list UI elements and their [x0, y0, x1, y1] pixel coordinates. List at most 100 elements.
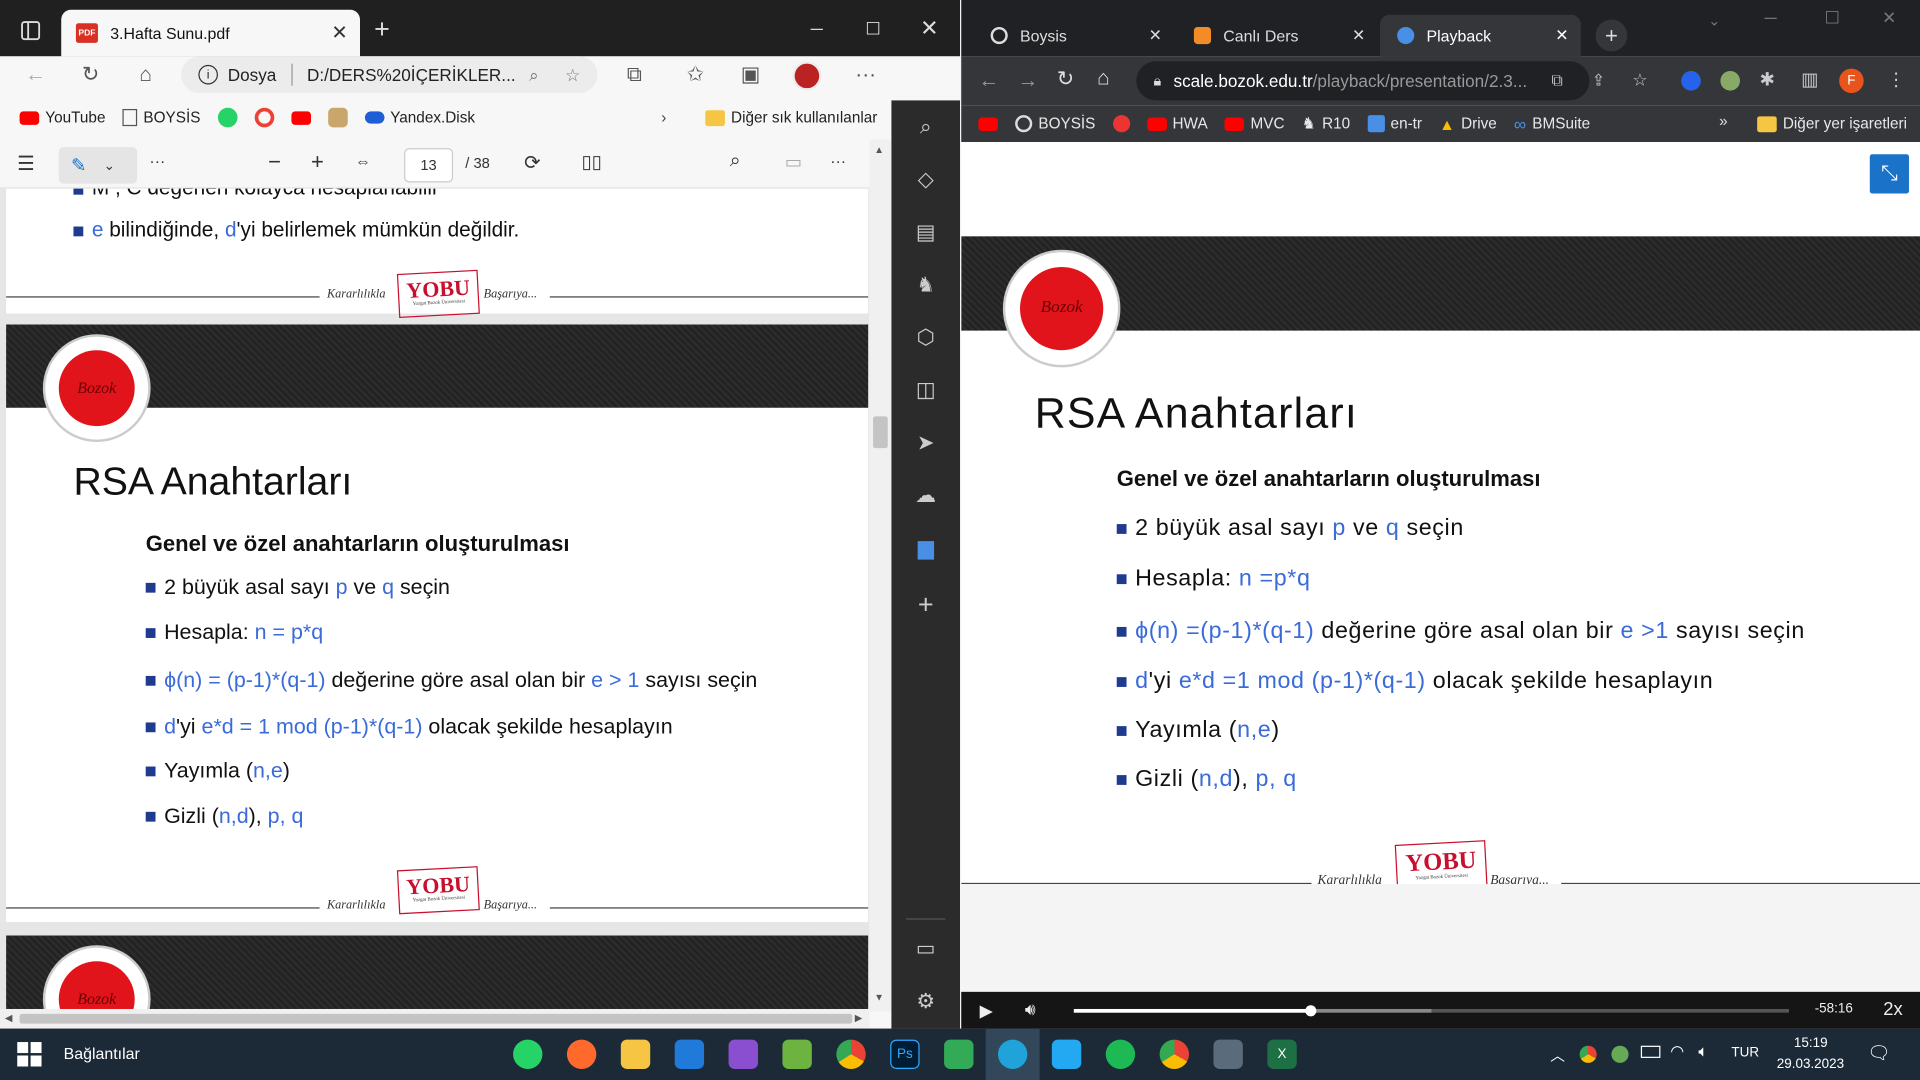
bookmark-youtube-2[interactable]	[291, 110, 311, 125]
highlight-button[interactable]: ✎ ⌄	[58, 146, 138, 184]
extension-icon[interactable]	[1681, 71, 1701, 91]
chevron-up-icon[interactable]: ︿	[1550, 1044, 1565, 1065]
extensions-icon[interactable]: ⧉	[616, 56, 653, 93]
tag-icon[interactable]: ◇	[891, 156, 960, 205]
battery-icon[interactable]	[1640, 1045, 1661, 1058]
bookmark-youtube[interactable]: YouTube	[19, 109, 105, 126]
file-explorer-icon[interactable]	[609, 1029, 663, 1080]
pdf-viewer[interactable]: M , C değerleri kolayca hesaplanabilir e…	[0, 188, 870, 1009]
sidebar-icon[interactable]	[10, 10, 52, 52]
back-icon[interactable]: ←	[978, 69, 999, 93]
bookmark-youtube[interactable]	[978, 116, 998, 131]
extension-icon-2[interactable]	[1720, 71, 1741, 91]
vscode-icon[interactable]	[1040, 1029, 1094, 1080]
exit-fullscreen-icon[interactable]: ⤡	[1869, 154, 1909, 194]
chevron-right-icon[interactable]: ›	[661, 100, 666, 134]
volume-icon[interactable]: 🔊︎	[1025, 999, 1036, 1020]
bookmark-whatsapp[interactable]	[217, 107, 238, 128]
zoom-icon[interactable]: ⌕	[529, 64, 539, 85]
bookmark-other[interactable]: Diğer yer işaretleri	[1757, 105, 1907, 142]
editor-icon[interactable]	[770, 1029, 824, 1080]
progress-track[interactable]	[1073, 1005, 1789, 1017]
bookmark-star-icon[interactable]: ☆	[1632, 70, 1647, 91]
new-tab-icon[interactable]: +	[1595, 19, 1628, 52]
more-tools-icon[interactable]: ···	[149, 152, 165, 170]
tab-boysis[interactable]: Boysis ✕	[973, 15, 1174, 57]
windows-start-icon[interactable]	[17, 1042, 42, 1067]
share-icon[interactable]: ⇪	[1592, 71, 1605, 91]
horizontal-scrollbar[interactable]: ◀ ▶	[0, 1008, 870, 1029]
puzzle-icon[interactable]: ✱	[1760, 69, 1775, 91]
language-indicator[interactable]: TUR	[1731, 1046, 1759, 1061]
address-bar[interactable]: i Dosya D:/DERS%20İÇERİKLER... ⌕ ☆	[181, 56, 598, 94]
minimize-icon[interactable]: ─	[789, 0, 845, 56]
clock-date[interactable]: 29.03.2023	[1777, 1057, 1844, 1072]
search-icon[interactable]: ⌕	[891, 103, 960, 152]
contents-icon[interactable]: ☰	[17, 152, 35, 176]
bookmark-bmsuite[interactable]: ∞ BMSuite	[1514, 114, 1590, 134]
bookmark-app[interactable]	[327, 107, 348, 128]
visual-studio-icon[interactable]	[716, 1029, 770, 1080]
chrome-icon[interactable]	[824, 1029, 878, 1080]
scroll-thumb[interactable]	[19, 1013, 853, 1024]
links-label[interactable]: Bağlantılar	[64, 1044, 140, 1062]
close-icon[interactable]: ✕	[331, 21, 347, 45]
close-icon[interactable]: ✕	[1555, 26, 1568, 46]
send-icon[interactable]: ➤	[891, 419, 960, 468]
close-icon[interactable]: ✕	[1149, 26, 1162, 46]
refresh-icon[interactable]: ↻	[72, 56, 109, 93]
bookmark-yandex[interactable]: Yandex.Disk	[364, 109, 475, 126]
panel-icon[interactable]: ▭	[891, 924, 960, 973]
home-icon[interactable]: ⌂	[127, 56, 164, 93]
bookmark-alert[interactable]	[1112, 115, 1130, 133]
tray-app-icon[interactable]	[1611, 1045, 1629, 1063]
notification-icon[interactable]: 🗨︎	[1867, 1042, 1890, 1064]
forward-icon[interactable]: →	[1018, 69, 1039, 93]
search-icon[interactable]: ⌕	[730, 151, 741, 173]
bookmark-boysis[interactable]: BOYSİS	[1015, 115, 1095, 133]
mail-icon[interactable]	[662, 1029, 716, 1080]
tab-canli-ders[interactable]: Canlı Ders ✕	[1177, 15, 1378, 57]
speed-button[interactable]: 2x	[1883, 999, 1902, 1020]
tab-pdf[interactable]: PDF 3.Hafta Sunu.pdf ✕	[61, 9, 361, 57]
maximize-icon[interactable]: ☐	[1824, 7, 1839, 28]
photoshop-icon[interactable]: Ps	[878, 1029, 932, 1080]
office-icon[interactable]: ◫	[891, 366, 960, 415]
bookmark-en-tr[interactable]: en-tr	[1367, 115, 1422, 133]
fit-width-icon[interactable]: ⇔	[355, 152, 371, 170]
edge-icon[interactable]	[985, 1028, 1040, 1080]
zoom-out-icon[interactable]: −	[268, 149, 281, 175]
play-icon[interactable]: ▶	[980, 1000, 993, 1021]
gear-icon[interactable]: ⚙	[891, 977, 960, 1026]
close-window-icon[interactable]: ✕	[1882, 7, 1896, 28]
menu-icon[interactable]: ⋮	[1887, 69, 1905, 91]
whatsapp-icon[interactable]	[501, 1029, 555, 1080]
clock-time[interactable]: 15:19	[1794, 1036, 1828, 1051]
bookmark-drive[interactable]: ▲ Drive	[1439, 114, 1497, 132]
collections-icon[interactable]: ▣	[732, 56, 769, 93]
save-icon[interactable]: ▭	[785, 151, 802, 173]
bookmark-r10[interactable]: ♞ R10	[1302, 114, 1350, 134]
profile-avatar[interactable]: F	[1839, 68, 1864, 94]
more-icon[interactable]: ···	[847, 56, 884, 93]
rotate-icon[interactable]: ⟳	[524, 151, 540, 175]
chrome-profile-icon[interactable]	[1147, 1029, 1201, 1080]
translate-icon[interactable]: ⧉	[1551, 71, 1562, 91]
home-icon[interactable]: ⌂	[1097, 66, 1110, 90]
bookmark-boysis[interactable]: BOYSİS	[122, 108, 200, 127]
close-icon[interactable]: ✕	[1352, 26, 1365, 46]
outlook-icon[interactable]: ▆	[891, 524, 960, 573]
profile-icon[interactable]	[792, 61, 822, 91]
pen-icon[interactable]	[555, 1029, 609, 1080]
progress-handle[interactable]	[1304, 1005, 1316, 1017]
info-icon[interactable]: i	[198, 64, 218, 85]
chess-icon[interactable]: ♞	[891, 261, 960, 310]
spotify-icon[interactable]	[1093, 1029, 1147, 1080]
page-view-icon[interactable]: ▯▯	[582, 151, 602, 173]
speaker-icon[interactable]: 🔈︎	[1698, 1042, 1708, 1062]
favorites-icon[interactable]: ✩	[677, 56, 714, 93]
app-icon[interactable]	[932, 1029, 986, 1080]
chevron-right-icon[interactable]: »	[1719, 113, 1728, 130]
more-icon[interactable]: ···	[830, 152, 846, 170]
tray-chrome-icon[interactable]	[1579, 1045, 1597, 1063]
